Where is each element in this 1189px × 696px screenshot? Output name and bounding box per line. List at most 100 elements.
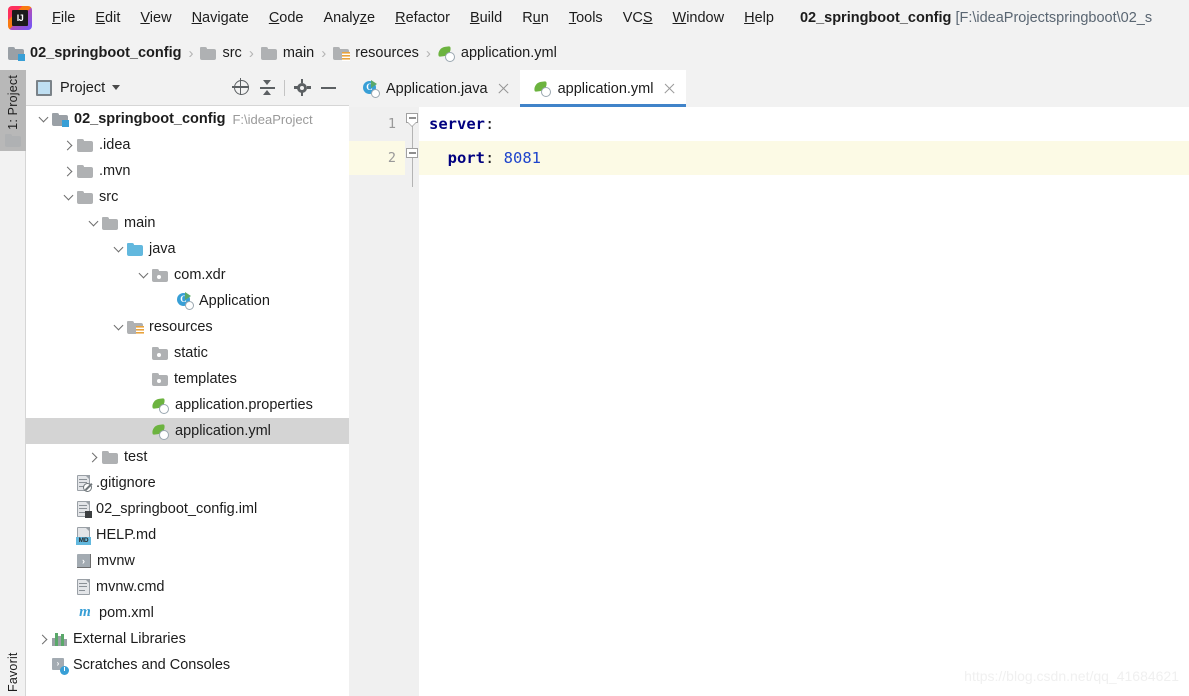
tree-node-resources[interactable]: resources [26,314,349,340]
tree-node--mvn[interactable]: .mvn [26,158,349,184]
editor-tab-application-yml[interactable]: application.yml [519,70,686,107]
tree-node-label: Application [199,293,270,309]
tree-node-label: mvnw.cmd [96,579,165,595]
tree-node-icon: › [52,657,69,675]
fold-marker-line-1[interactable] [405,113,419,127]
breadcrumb-item-src[interactable]: src [200,45,242,61]
code-folding-strip[interactable] [405,107,419,696]
tree-node-label: .gitignore [96,475,156,491]
folder-icon [5,133,21,147]
tree-node-02-springboot-config-iml[interactable]: 02_springboot_config.iml [26,496,349,522]
tree-node-icon [151,423,169,440]
tree-node-icon: m [77,605,93,621]
menu-item-refactor[interactable]: Refactor [385,8,460,28]
tree-node-icon [77,501,92,518]
code-token-punct: : [485,149,504,167]
menu-item-file[interactable]: File [42,8,85,28]
sidebar-item-favorites[interactable]: Favorites [0,652,26,696]
tree-node-java[interactable]: java [26,236,349,262]
chevron-down-icon[interactable] [112,85,121,90]
code-content[interactable]: server: port: 8081 [419,107,1189,696]
locate-in-tree-button[interactable] [228,75,254,101]
tree-node--idea[interactable]: .idea [26,132,349,158]
collapse-all-button[interactable] [254,75,280,101]
tree-node-main[interactable]: main [26,210,349,236]
fold-marker-line-2[interactable] [405,148,419,162]
menu-item-edit[interactable]: Edit [85,8,130,28]
tree-node-icon [77,190,93,204]
tree-node-02-springboot-config[interactable]: 02_springboot_config F:\ideaProject [26,106,349,132]
hide-panel-button[interactable] [315,75,341,101]
tree-node-mvnw[interactable]: › mvnw [26,548,349,574]
tree-node-icon: › [77,554,91,568]
package-icon [152,372,168,386]
tree-node-test[interactable]: test [26,444,349,470]
tree-node-scratches-and-consoles[interactable]: › Scratches and Consoles [26,652,349,678]
menu-item-help[interactable]: Help [734,8,784,28]
chevron-down-icon[interactable] [84,210,102,236]
tree-node-application-properties[interactable]: application.properties [26,392,349,418]
tree-node--gitignore[interactable]: .gitignore [26,470,349,496]
editor-tab-application-java[interactable]: C Application.java [349,70,520,107]
intellij-idea-logo-icon [8,6,32,30]
code-token-key: server [429,115,485,133]
chevron-down-icon[interactable] [34,106,52,132]
breadcrumb-item-application-yml[interactable]: application.yml [437,45,557,62]
tree-node-external-libraries[interactable]: External Libraries [26,626,349,652]
tree-node-static[interactable]: static [26,340,349,366]
menu-item-code[interactable]: Code [259,8,314,28]
locate-in-tree-icon [231,78,249,95]
menu-item-window[interactable]: Window [663,8,735,28]
tree-node-label: com.xdr [174,267,226,283]
code-line-1[interactable]: server: [419,107,1189,141]
gutter-line-number[interactable]: 2 [349,141,405,175]
chevron-down-icon[interactable] [134,262,152,288]
tree-node-application[interactable]: C Application [26,288,349,314]
menu-item-build[interactable]: Build [460,8,512,28]
chevron-down-icon[interactable] [59,184,77,210]
tree-node-icon [52,632,67,646]
tree-node-application-yml[interactable]: application.yml [26,418,349,444]
code-line-2[interactable]: port: 8081 [419,141,1189,175]
chevron-right-icon[interactable] [84,444,102,470]
tree-arrow-empty [59,496,77,522]
menu-item-run[interactable]: Run [512,8,559,28]
resources-folder-icon [127,320,144,335]
tree-node-src[interactable]: src [26,184,349,210]
menu-bar: FileEditViewNavigateCodeAnalyzeRefactorB… [0,0,1189,36]
sidebar-item-project[interactable]: 1: Project [0,70,26,151]
tree-node-pom-xml[interactable]: m pom.xml [26,600,349,626]
chevron-right-icon[interactable] [34,626,52,652]
tree-node-icon [127,242,143,256]
gutter-line-number[interactable]: 1 [349,107,405,141]
menu-item-analyze[interactable]: Analyze [314,8,386,28]
tree-node-templates[interactable]: templates [26,366,349,392]
chevron-down-icon[interactable] [109,314,127,340]
tree-node-help-md[interactable]: MD HELP.md [26,522,349,548]
breadcrumb-item-02-springboot-config[interactable]: 02_springboot_config [8,45,181,61]
tree-node-com-xdr[interactable]: com.xdr [26,262,349,288]
project-panel-toolbar [228,75,341,101]
project-panel-header: Project [26,70,349,106]
breadcrumb-separator: › [248,44,254,62]
menu-item-navigate[interactable]: Navigate [182,8,259,28]
tree-arrow-empty [59,600,77,626]
menu-item-tools[interactable]: Tools [559,8,613,28]
tree-node-mvnw-cmd[interactable]: mvnw.cmd [26,574,349,600]
chevron-right-icon[interactable] [59,158,77,184]
close-icon[interactable] [497,82,510,95]
close-icon[interactable] [663,82,676,95]
tree-node-label: .idea [99,137,131,153]
breadcrumb-item-resources[interactable]: resources [333,45,419,61]
breadcrumb-item-main[interactable]: main [260,45,314,61]
code-editor[interactable]: 12 server: port: 8081 [349,107,1189,696]
menu-item-view[interactable]: View [130,8,181,28]
tree-node-icon [152,346,168,360]
scratches-icon: › [52,657,69,675]
breadcrumb: 02_springboot_config › src › main › resources ›… [0,36,1189,70]
tree-node-label: pom.xml [99,605,154,621]
chevron-right-icon[interactable] [59,132,77,158]
chevron-down-icon[interactable] [109,236,127,262]
settings-button[interactable] [289,75,315,101]
menu-item-vcs[interactable]: VCS [613,8,663,28]
